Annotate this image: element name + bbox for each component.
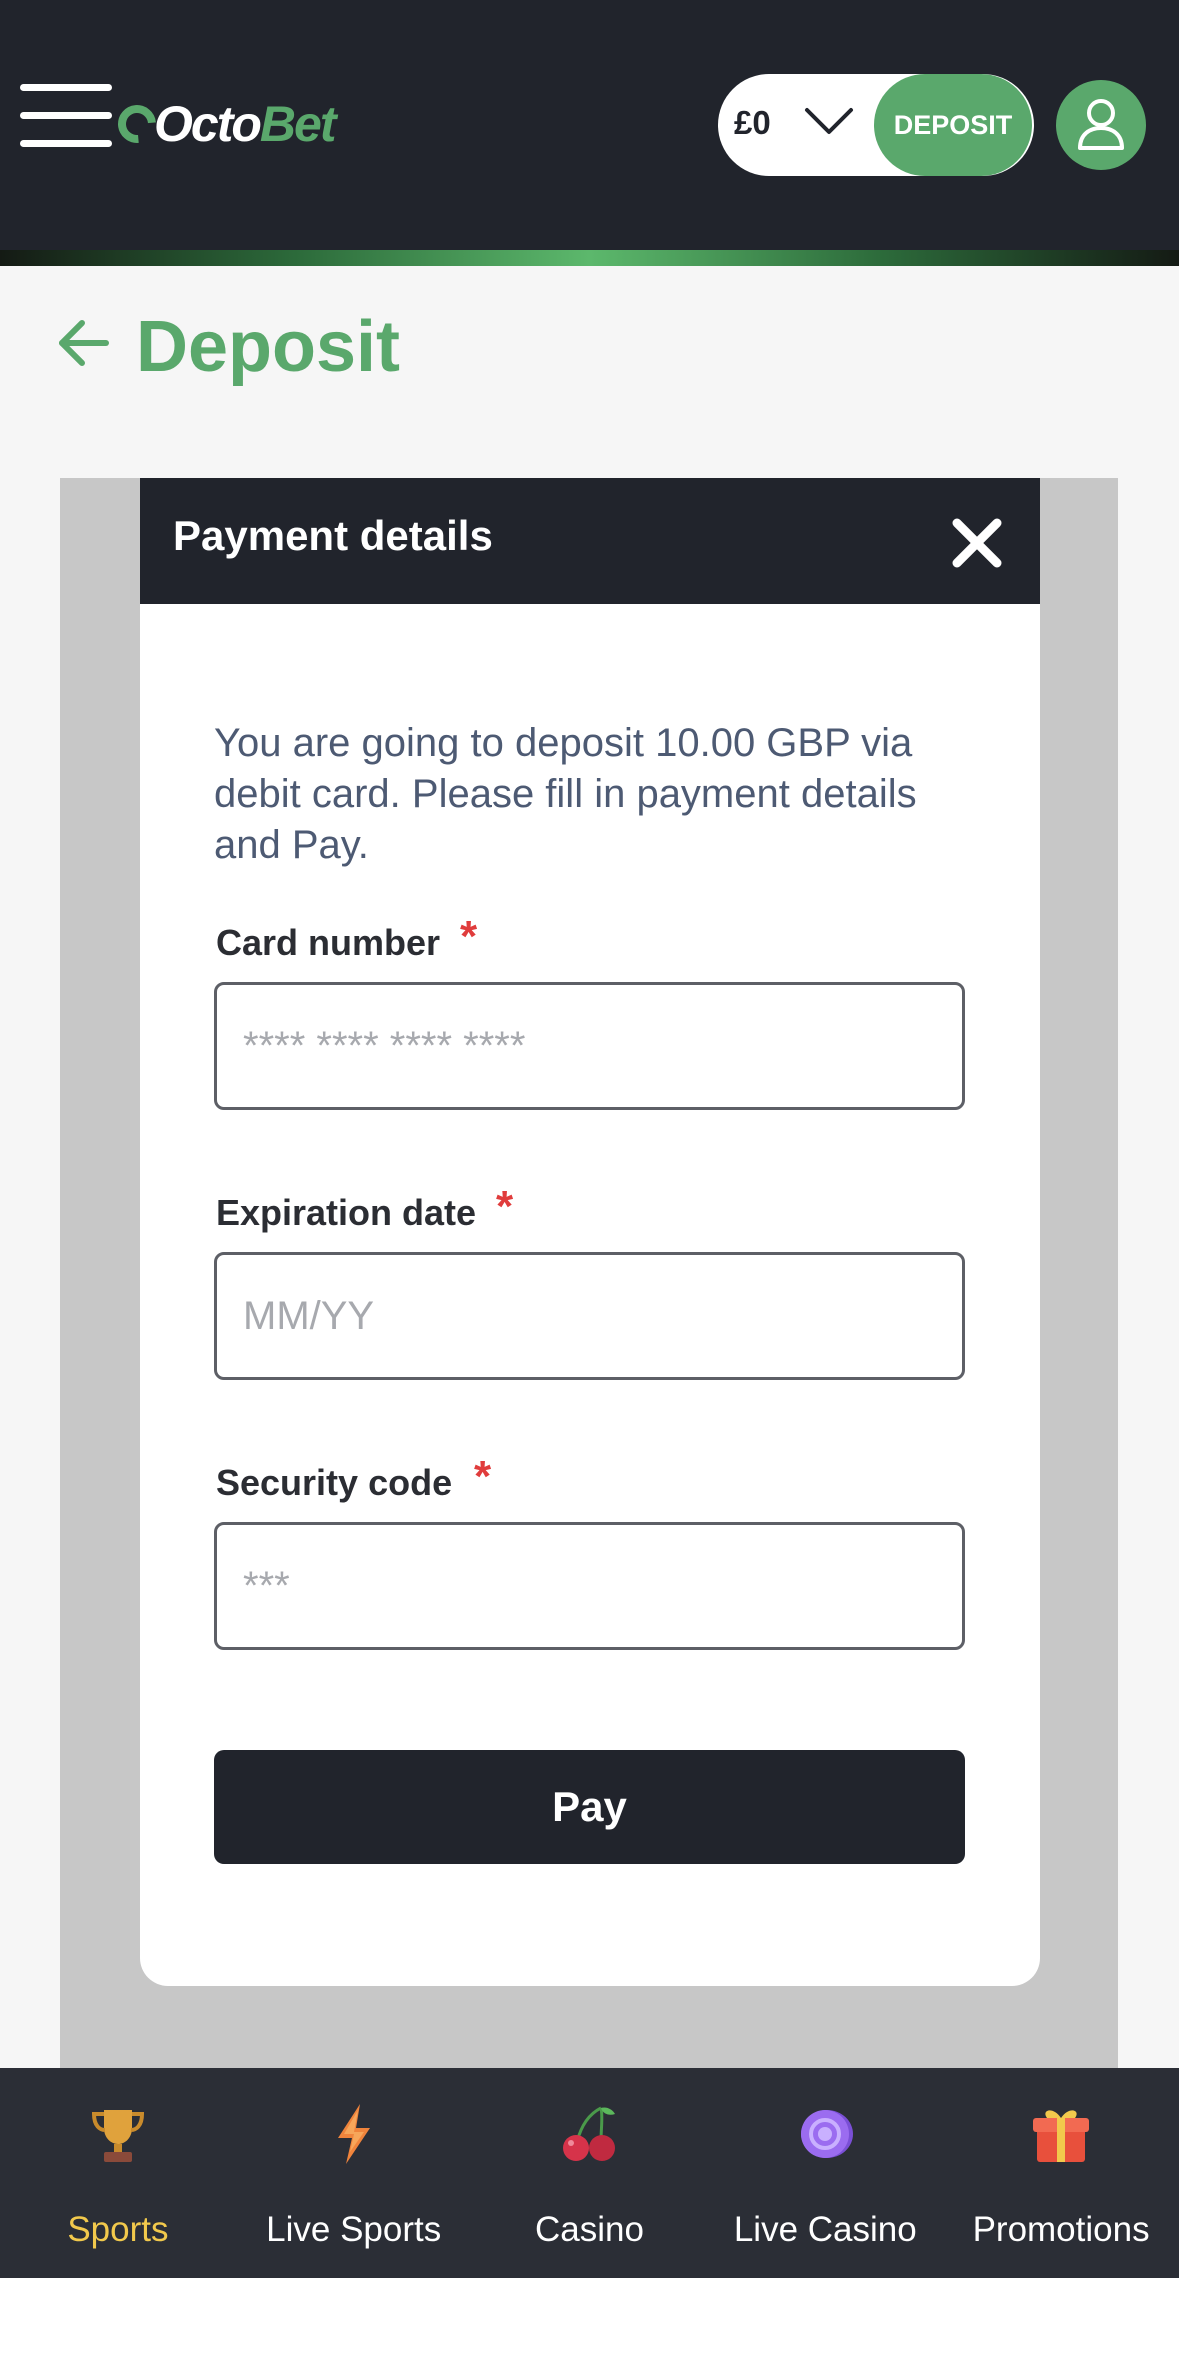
close-icon[interactable] xyxy=(946,512,1008,574)
nav-item-live-casino[interactable]: Live Casino xyxy=(707,2068,943,2278)
lightning-icon xyxy=(337,2104,370,2164)
nav-item-sports[interactable]: Sports xyxy=(0,2068,236,2278)
octobet-logo[interactable]: OctoBet xyxy=(110,94,337,154)
nav-item-promotions[interactable]: Promotions xyxy=(943,2068,1179,2278)
balance-amount: £0 xyxy=(734,104,771,141)
card-number-input[interactable] xyxy=(214,982,965,1110)
nav-label-live-casino: Live Casino xyxy=(733,2210,917,2249)
gift-icon xyxy=(1033,2110,1090,2162)
nav-item-casino[interactable]: Casino xyxy=(472,2068,708,2278)
nav-label-live-sports: Live Sports xyxy=(266,2210,442,2249)
modal-title: Payment details xyxy=(173,512,493,559)
cherries-icon xyxy=(563,2106,616,2161)
nav-label-casino: Casino xyxy=(535,2210,644,2249)
expiration-date-input[interactable] xyxy=(214,1252,965,1380)
bottom-safe-area xyxy=(0,2278,1179,2379)
expiration-date-label: Expiration date xyxy=(216,1192,477,1233)
required-mark: * xyxy=(460,912,478,961)
deposit-intro-text: You are going to deposit 10.00 GBP via d… xyxy=(214,721,917,867)
required-mark: * xyxy=(496,1182,514,1231)
security-code-input[interactable] xyxy=(214,1522,965,1650)
card-number-label: Card number xyxy=(216,922,441,963)
logo-suffix: Bet xyxy=(259,96,337,152)
header-accent-bar xyxy=(0,250,1179,266)
nav-label-promotions: Promotions xyxy=(972,2210,1150,2249)
bottom-nav: Sports Live Sports Casino Live Casino Pr… xyxy=(0,2068,1179,2278)
header-deposit-button[interactable]: DEPOSIT xyxy=(874,74,1032,176)
chip-icon xyxy=(801,2110,854,2158)
pay-button[interactable]: Pay xyxy=(214,1750,965,1864)
menu-icon[interactable] xyxy=(20,84,112,148)
trophy-icon xyxy=(91,2110,144,2162)
chevron-down-icon[interactable] xyxy=(804,96,854,146)
account-button[interactable] xyxy=(1056,80,1146,170)
nav-item-live-sports[interactable]: Live Sports xyxy=(236,2068,472,2278)
nav-label-sports: Sports xyxy=(67,2210,169,2249)
back-arrow-icon[interactable] xyxy=(56,316,110,370)
logo-prefix: Octo xyxy=(154,96,262,152)
required-mark: * xyxy=(474,1452,492,1501)
security-code-label: Security code xyxy=(216,1462,453,1503)
page-title: Deposit xyxy=(136,307,401,387)
user-icon xyxy=(1078,99,1124,150)
